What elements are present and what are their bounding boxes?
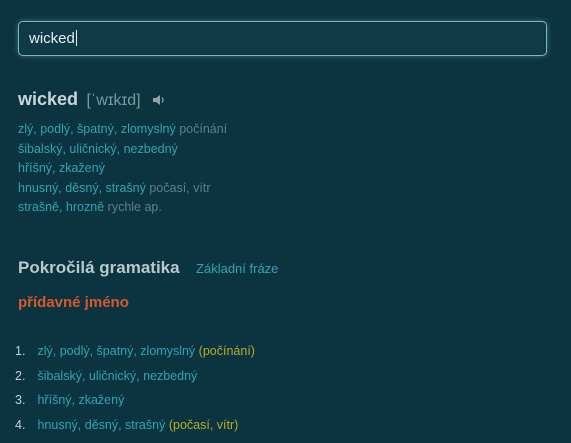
grammar-section-header: Pokročilá gramatika Základní fráze (18, 258, 278, 282)
translation-words[interactable]: strašně, hrozně (18, 200, 104, 214)
search-box[interactable]: wicked (18, 21, 547, 56)
translation-context: počasí, vítr (149, 180, 211, 195)
translation-words[interactable]: šibalský, uličnický, nezbedný (18, 142, 178, 156)
translation-words[interactable]: zlý, podlý, špatný, zlomyslný (18, 122, 176, 136)
meaning-item: 3. hříšný, zkažený (15, 388, 255, 413)
translation-context: počínání (179, 122, 228, 136)
translation-line: zlý, podlý, špatný, zlomyslný počínání (18, 120, 227, 140)
meaning-number: 2. (15, 368, 26, 383)
meaning-item: 2. šibalský, uličnický, nezbedný (15, 364, 255, 389)
meaning-words[interactable]: hříšný, zkažený (37, 393, 124, 407)
search-input[interactable]: wicked (29, 22, 534, 55)
translation-words[interactable]: hříšný, zkažený (18, 161, 105, 175)
translation-line: hříšný, zkažený (18, 159, 227, 179)
meaning-words[interactable]: zlý, podlý, špatný, zlomyslný (37, 344, 195, 358)
translation-line: hnusný, děsný, strašný počasí, vítr (18, 179, 227, 199)
meaning-number: 4. (15, 417, 26, 432)
basic-phrases-link[interactable]: Základní fráze (196, 261, 278, 276)
part-of-speech: přídavné jméno (18, 294, 129, 311)
headword-row: wicked [ˈwɪkɪd] (18, 89, 166, 115)
meaning-number: 3. (15, 393, 26, 407)
meaning-item: 1. zlý, podlý, špatný, zlomyslný (počíná… (15, 339, 255, 364)
speaker-icon[interactable] (152, 93, 166, 105)
meaning-item: 4. hnusný, děsný, strašný (počasí, vítr) (15, 413, 255, 438)
translation-line: šibalský, uličnický, nezbedný (18, 140, 227, 160)
headword: wicked (18, 89, 79, 109)
text-caret (75, 30, 77, 46)
pronunciation: [ˈwɪkɪd] (86, 92, 141, 109)
meaning-words[interactable]: šibalský, uličnický, nezbedný (37, 369, 197, 383)
search-input-value: wicked (29, 30, 75, 47)
meaning-context: (počínání) (198, 344, 255, 358)
translation-list: zlý, podlý, špatný, zlomyslný počínání š… (18, 120, 227, 218)
section-title: Pokročilá gramatika (18, 258, 180, 277)
translation-line: strašně, hrozně rychle ap. (18, 198, 227, 218)
meaning-number: 1. (15, 344, 26, 358)
meaning-context: (počasí, vítr) (168, 417, 239, 432)
translation-context: rychle ap. (107, 200, 162, 214)
translation-words[interactable]: hnusný, děsný, strašný (18, 181, 146, 195)
numbered-meanings: 1. zlý, podlý, špatný, zlomyslný (počíná… (15, 339, 255, 437)
meaning-words[interactable]: hnusný, děsný, strašný (37, 418, 165, 432)
